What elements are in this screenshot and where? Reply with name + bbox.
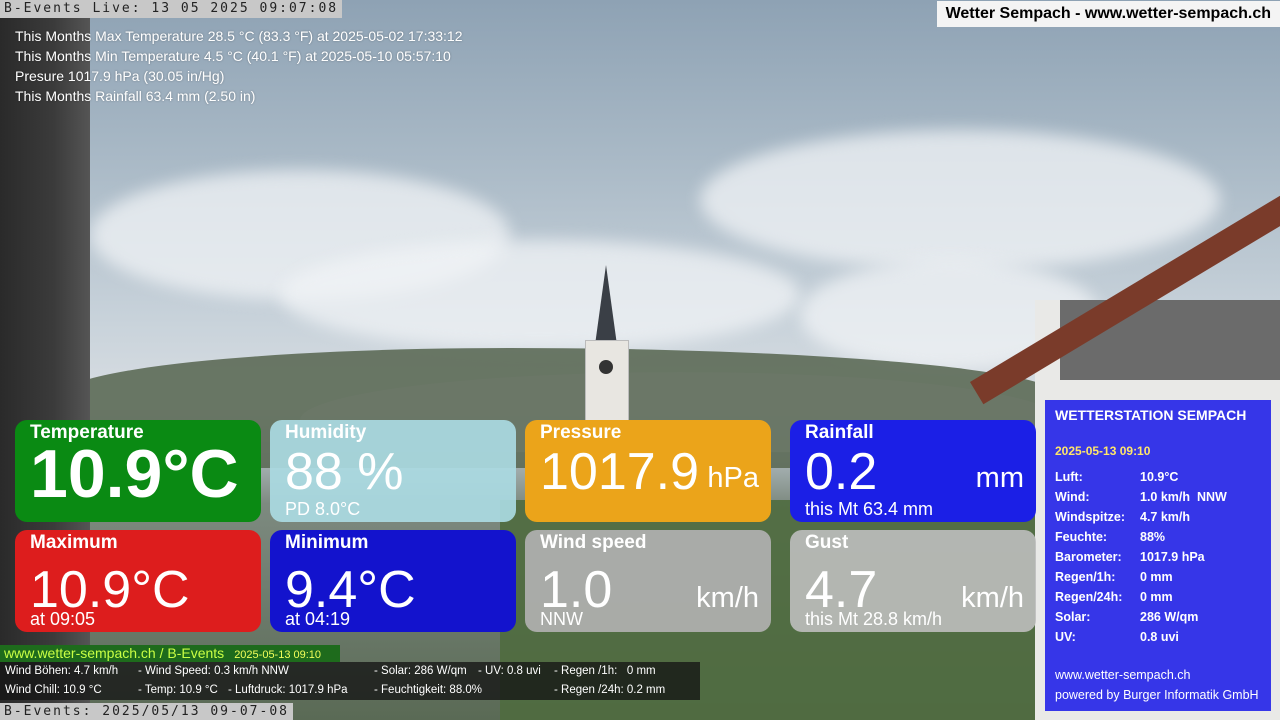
data-wind-chill: Wind Chill: 10.9 °C <box>5 684 102 696</box>
tile-label: Gust <box>805 532 849 553</box>
cloud <box>280 240 800 350</box>
cloud <box>700 130 1220 270</box>
data-temp: - Temp: 10.9 °C <box>138 684 218 696</box>
site-title: Wetter Sempach - www.wetter-sempach.ch <box>936 1 1280 27</box>
humidity-tile: Humidity 88 % PD 8.0°C <box>270 420 516 522</box>
station-readings: Luft: 10.9°C Wind: 1.0 km/h NNW Windspitze… <box>1055 467 1227 647</box>
reading-value: 0 mm <box>1140 590 1173 604</box>
tile-value: 0.2 <box>805 443 878 501</box>
minimum-tile: Minimum 9.4°C at 04:19 <box>270 530 516 632</box>
tile-label: Pressure <box>540 422 622 443</box>
tile-label: Maximum <box>30 532 118 553</box>
reading-row: Regen/24h: 0 mm <box>1055 587 1227 607</box>
data-solar: - Solar: 286 W/qm <box>374 665 467 677</box>
maximum-tile: Maximum 10.9°C at 09:05 <box>15 530 261 632</box>
reading-value: 286 W/qm <box>1140 610 1199 624</box>
tile-label: Minimum <box>285 532 369 553</box>
reading-key: Wind: <box>1055 490 1090 504</box>
reading-row: Luft: 10.9°C <box>1055 467 1227 487</box>
rainfall-tile: Rainfall 0.2 mm this Mt 63.4 mm <box>790 420 1036 522</box>
bottom-site-text: www.wetter-sempach.ch / B-Events <box>4 645 225 661</box>
tile-sub: this Mt 63.4 mm <box>805 499 934 519</box>
reading-value: 88% <box>1140 530 1166 544</box>
stat-pressure: Presure 1017.9 hPa (30.05 in/Hg) <box>15 68 225 84</box>
data-uv: - UV: 0.8 uvi <box>478 665 541 677</box>
station-title: WETTERSTATION SEMPACH <box>1055 407 1247 423</box>
reading-value: 0.8 uvi <box>1140 630 1179 644</box>
church-clock <box>599 360 613 374</box>
reading-value: 1.0 km/h NNW <box>1140 490 1227 504</box>
tile-sub: NNW <box>540 609 583 629</box>
reading-row: Barometer: 1017.9 hPa <box>1055 547 1227 567</box>
bottom-site-bar: www.wetter-sempach.ch / B-Events 2025-05-… <box>0 645 340 662</box>
data-pressure: - Luftdruck: 1017.9 hPa <box>228 684 348 696</box>
tile-label: Rainfall <box>805 422 874 443</box>
data-lines: Wind Böhen: 4.7 km/h - Wind Speed: 0.3 k… <box>0 662 700 700</box>
tile-unit: km/h <box>961 582 1024 614</box>
wind-speed-tile: Wind speed 1.0 km/h NNW <box>525 530 771 632</box>
data-wind-speed: - Wind Speed: 0.3 km/h NNW <box>138 665 289 677</box>
data-humidity: - Feuchtigkeit: 88.0% <box>374 684 483 696</box>
reading-key: Regen/1h: <box>1055 570 1116 584</box>
tile-sub: PD 8.0°C <box>285 499 361 519</box>
stat-min-temp: This Months Min Temperature 4.5 °C (40.1… <box>15 48 451 64</box>
reading-value: 0 mm <box>1140 570 1173 584</box>
tile-unit: km/h <box>696 582 759 614</box>
bottom-ticker: B-Events: 2025/05/13 09-07-08 <box>0 703 293 720</box>
tile-label: Wind speed <box>540 532 647 553</box>
reading-key: Luft: <box>1055 470 1083 484</box>
reading-value: 4.7 km/h <box>1140 510 1191 524</box>
stat-rainfall: This Months Rainfall 63.4 mm (2.50 in) <box>15 88 256 104</box>
gust-tile: Gust 4.7 km/h this Mt 28.8 km/h <box>790 530 1036 632</box>
station-powered-by: powered by Burger Informatik GmbH <box>1055 688 1259 702</box>
reading-value: 1017.9 hPa <box>1140 550 1205 564</box>
church-spire <box>595 265 617 345</box>
tile-sub: at 04:19 <box>285 609 351 629</box>
tile-value: 88 % <box>285 443 404 501</box>
reading-key: Solar: <box>1055 610 1091 624</box>
tile-unit: mm <box>975 462 1024 494</box>
pressure-tile: Pressure 1017.9 hPa <box>525 420 771 522</box>
station-date: 2025-05-13 09:10 <box>1055 444 1151 458</box>
reading-row: UV: 0.8 uvi <box>1055 627 1227 647</box>
church-tower <box>585 340 629 432</box>
reading-row: Windspitze: 4.7 km/h <box>1055 507 1227 527</box>
tile-unit: hPa <box>707 462 759 494</box>
reading-key: Barometer: <box>1055 550 1122 564</box>
station-panel: WETTERSTATION SEMPACH 2025-05-13 09:10 L… <box>1045 400 1271 711</box>
tile-sub: this Mt 28.8 km/h <box>805 609 943 629</box>
reading-value: 10.9°C <box>1140 470 1179 484</box>
reading-key: UV: <box>1055 630 1076 644</box>
tile-label: Humidity <box>285 422 367 443</box>
reading-row: Solar: 286 W/qm <box>1055 607 1227 627</box>
data-wind-gust: Wind Böhen: 4.7 km/h <box>5 665 119 677</box>
stat-max-temp: This Months Max Temperature 28.5 °C (83.… <box>15 28 463 44</box>
data-rain-1h: - Regen /1h: 0 mm <box>554 665 656 677</box>
reading-row: Feuchte: 88% <box>1055 527 1227 547</box>
tile-value: 1017.9 <box>540 443 700 501</box>
reading-key: Feuchte: <box>1055 530 1108 544</box>
reading-key: Regen/24h: <box>1055 590 1123 604</box>
top-ticker: B-Events Live: 13 05 2025 09:07:08 <box>0 0 343 18</box>
temperature-tile: Temperature 10.9°C <box>15 420 261 522</box>
monthly-stats: This Months Max Temperature 28.5 °C (83.… <box>15 26 463 106</box>
reading-row: Regen/1h: 0 mm <box>1055 567 1227 587</box>
tile-value: 10.9°C <box>30 436 239 512</box>
tile-sub: at 09:05 <box>30 609 96 629</box>
reading-key: Windspitze: <box>1055 510 1126 524</box>
data-rain-24h: - Regen /24h: 0.2 mm <box>554 684 666 696</box>
reading-row: Wind: 1.0 km/h NNW <box>1055 487 1227 507</box>
bottom-time: 2025-05-13 09:10 <box>234 649 322 661</box>
station-site: www.wetter-sempach.ch <box>1055 668 1191 682</box>
